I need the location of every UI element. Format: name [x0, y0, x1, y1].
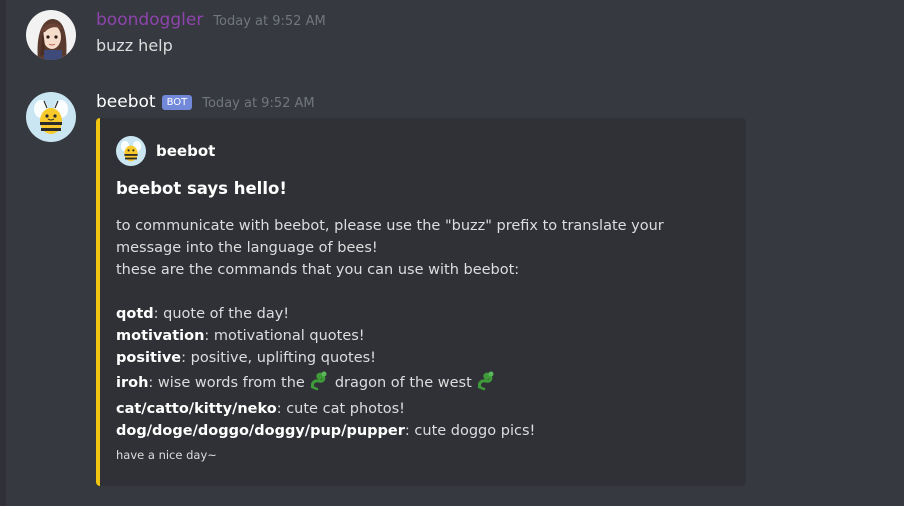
intro-line: these are the commands that you can use …	[116, 262, 520, 278]
command-row: dog/doge/doggo/doggy/pup/pupper: cute do…	[116, 420, 736, 442]
bee-icon	[116, 136, 146, 166]
timestamp: Today at 9:52 AM	[202, 96, 315, 111]
command-desc: : quote of the day!	[153, 306, 290, 322]
embed-title: beebot says hello!	[116, 179, 287, 198]
command-name: motivation	[116, 328, 205, 344]
username[interactable]: beebot	[96, 92, 156, 112]
bot-avatar[interactable]	[26, 92, 76, 142]
command-name: dog/doge/doggo/doggy/pup/pupper	[116, 423, 405, 439]
command-desc: : positive, uplifting quotes!	[181, 350, 376, 366]
embed-footer: have a nice day~	[116, 448, 217, 462]
command-name: qotd	[116, 306, 154, 322]
message-boondoggler: boondoggler Today at 9:52 AM buzz help	[26, 10, 886, 66]
intro-line: message into the language of bees!	[116, 240, 378, 256]
embed-card: beebot beebot says hello! to communicate…	[96, 118, 746, 486]
embed-author: beebot	[116, 136, 215, 166]
left-divider-strip	[0, 0, 6, 506]
command-desc: : wise words from the	[148, 375, 305, 391]
command-row: motivation: motivational quotes!	[116, 325, 736, 347]
command-row: iroh: wise words from the dragon of the w…	[116, 369, 736, 398]
command-desc: : cute doggo pics!	[404, 423, 536, 439]
command-desc: : cute cat photos!	[276, 401, 405, 417]
timestamp: Today at 9:52 AM	[213, 14, 326, 29]
bot-tag: BOT	[161, 95, 193, 110]
user-avatar[interactable]	[26, 10, 76, 60]
embed-description: to communicate with beebot, please use t…	[116, 215, 736, 442]
command-desc-end: dragon of the west	[334, 375, 472, 391]
embed-author-name[interactable]: beebot	[156, 142, 215, 160]
command-row: cat/catto/kitty/neko: cute cat photos!	[116, 398, 736, 420]
username[interactable]: boondoggler	[96, 10, 203, 30]
bee-avatar-icon	[26, 92, 76, 142]
message-beebot: beebot BOT Today at 9:52 AM beebot beebo…	[26, 92, 886, 492]
command-row: positive: positive, uplifting quotes!	[116, 347, 736, 369]
command-name: iroh	[116, 375, 149, 391]
intro-line: to communicate with beebot, please use t…	[116, 218, 664, 234]
anime-girl-avatar-icon	[26, 10, 76, 60]
embed-author-avatar[interactable]	[116, 136, 146, 166]
dragon-icon	[309, 369, 331, 398]
dragon-icon	[476, 369, 498, 398]
command-name: positive	[116, 350, 182, 366]
message-content: buzz help	[96, 36, 173, 55]
command-desc: : motivational quotes!	[204, 328, 365, 344]
command-name: cat/catto/kitty/neko	[116, 401, 277, 417]
command-row: qotd: quote of the day!	[116, 303, 736, 325]
